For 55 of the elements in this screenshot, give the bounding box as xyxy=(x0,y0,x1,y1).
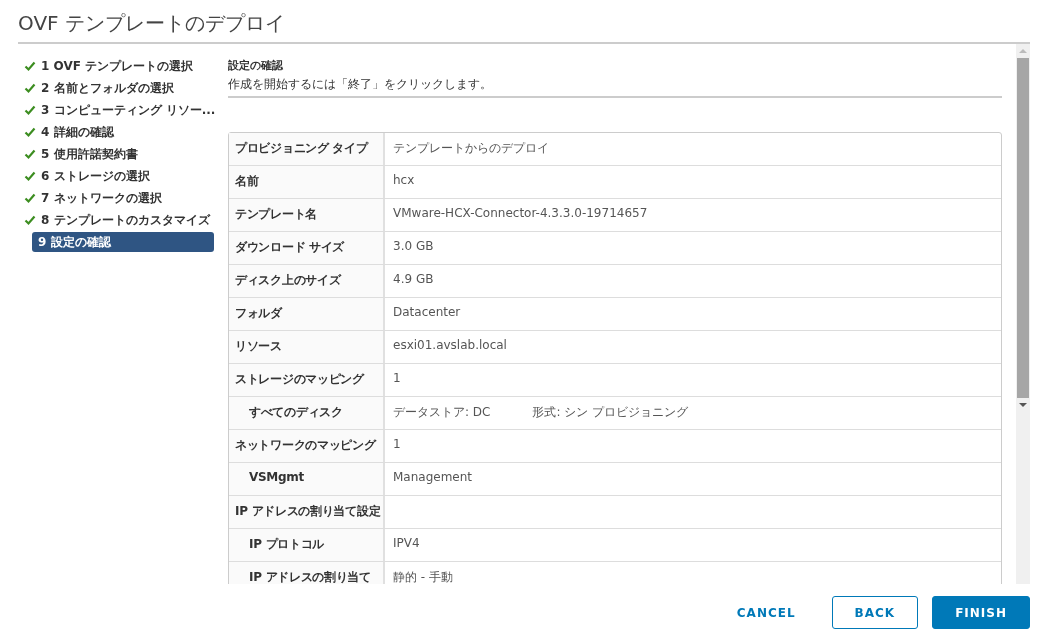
wizard-step[interactable]: 1 OVF テンプレートの選択 xyxy=(18,56,214,76)
scrollbar[interactable] xyxy=(1016,44,1030,584)
finish-button[interactable]: FINISH xyxy=(932,596,1030,629)
table-cell: 静的 - 手動 xyxy=(393,569,453,584)
check-icon xyxy=(24,82,36,94)
check-icon xyxy=(24,126,36,138)
check-icon xyxy=(24,148,36,160)
table-cell: フォルダ xyxy=(229,298,385,330)
table-cell: プロビジョニング タイプ xyxy=(229,133,385,165)
table-cell-text: 4.9 GB xyxy=(393,272,434,288)
table-cell: IP プロトコル xyxy=(229,529,385,561)
wizard-step[interactable]: 3 コンピューティング リソー... xyxy=(18,100,214,120)
cancel-button[interactable]: CANCEL xyxy=(714,596,818,629)
table-cell: ネットワークのマッピング xyxy=(229,430,385,462)
table-cell-text: 1 xyxy=(393,437,401,453)
window-title: OVF テンプレートのデプロイ xyxy=(18,10,1030,44)
table-cell-text: テンプレートからのデプロイ xyxy=(393,140,549,157)
table-cell-text: hcx xyxy=(393,173,415,189)
table-cell: ストレージのマッピング xyxy=(229,364,385,396)
table-cell-text: Management xyxy=(393,470,473,486)
table-cell: ディスク上のサイズ xyxy=(229,265,385,297)
table-cell-text: 形式: シン プロビジョニング xyxy=(532,404,689,421)
check-icon xyxy=(24,192,36,204)
table-cell-text: IPV4 xyxy=(393,536,420,552)
back-button[interactable]: BACK xyxy=(831,596,919,629)
check-icon xyxy=(24,104,36,116)
table-cell-text: データストア: DC xyxy=(393,404,491,421)
table-cell: VSMgmt xyxy=(229,463,385,495)
scroll-down-icon[interactable] xyxy=(1019,402,1027,408)
table-cell-text: esxi01.avslab.local xyxy=(393,338,507,354)
section-description: 作成を開始するには「終了」をクリックします。 xyxy=(228,76,493,93)
scroll-up-icon[interactable] xyxy=(1019,48,1027,54)
table-cell: IP アドレスの割り当て xyxy=(229,562,385,584)
table-cell-text: Datacenter xyxy=(393,305,461,321)
table-cell-text: 3.0 GB xyxy=(393,239,434,255)
table-cell-text: VMware-HCX-Connector-4.3.3.0-19714657 xyxy=(393,206,648,222)
check-icon xyxy=(24,214,36,226)
table-cell-text: 1 xyxy=(393,371,401,387)
wizard-step[interactable]: 2 名前とフォルダの選択 xyxy=(18,78,214,98)
wizard-step[interactable]: 6 ストレージの選択 xyxy=(18,166,214,186)
table-cell: リソース xyxy=(229,331,385,363)
table-cell: すべてのディスク xyxy=(229,397,385,429)
wizard-step[interactable]: 9 設定の確認 xyxy=(32,232,214,252)
section-title: 設定の確認 xyxy=(228,58,284,74)
wizard-step[interactable]: 7 ネットワークの選択 xyxy=(18,188,214,208)
table-cell: IP アドレスの割り当て設定 xyxy=(229,496,385,528)
table-cell: ダウンロード サイズ xyxy=(229,232,385,264)
wizard-step[interactable]: 4 詳細の確認 xyxy=(18,122,214,142)
scrollbar-thumb[interactable] xyxy=(1017,58,1029,398)
table-cell: テンプレート名 xyxy=(229,199,385,231)
wizard-step[interactable]: 5 使用許諾契約書 xyxy=(18,144,214,164)
check-icon xyxy=(24,60,36,72)
wizard-step[interactable]: 8 テンプレートのカスタマイズ xyxy=(18,210,214,230)
table-cell: 名前 xyxy=(229,166,385,198)
check-icon xyxy=(24,170,36,182)
